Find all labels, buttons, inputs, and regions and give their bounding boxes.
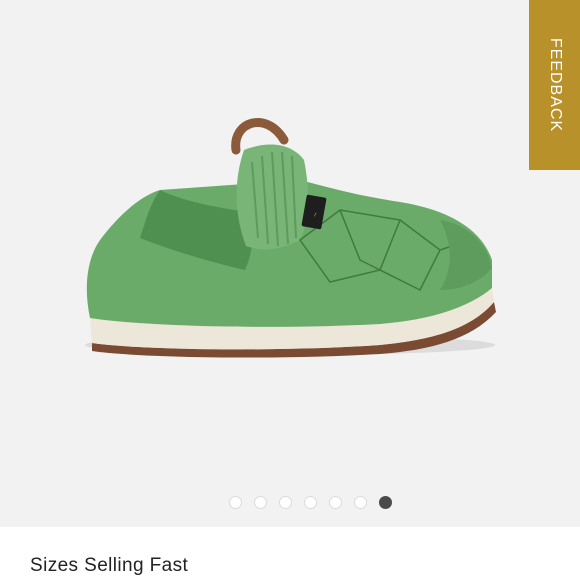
carousel-pagination: [0, 494, 580, 510]
carousel-dot[interactable]: [303, 495, 317, 509]
section-headline: Sizes Selling Fast: [30, 555, 189, 576]
carousel-dot[interactable]: [278, 495, 292, 509]
carousel-dot[interactable]: [253, 495, 267, 509]
product-image[interactable]: ~: [0, 0, 580, 527]
carousel-dot[interactable]: [228, 495, 242, 509]
carousel-dot[interactable]: [328, 495, 342, 509]
feedback-label: FEEDBACK: [546, 37, 564, 133]
product-image-gallery[interactable]: ~: [0, 0, 580, 527]
carousel-dot[interactable]: [353, 495, 367, 509]
feedback-button[interactable]: FEEDBACK: [529, 0, 580, 170]
carousel-dot-active[interactable]: [378, 495, 392, 509]
